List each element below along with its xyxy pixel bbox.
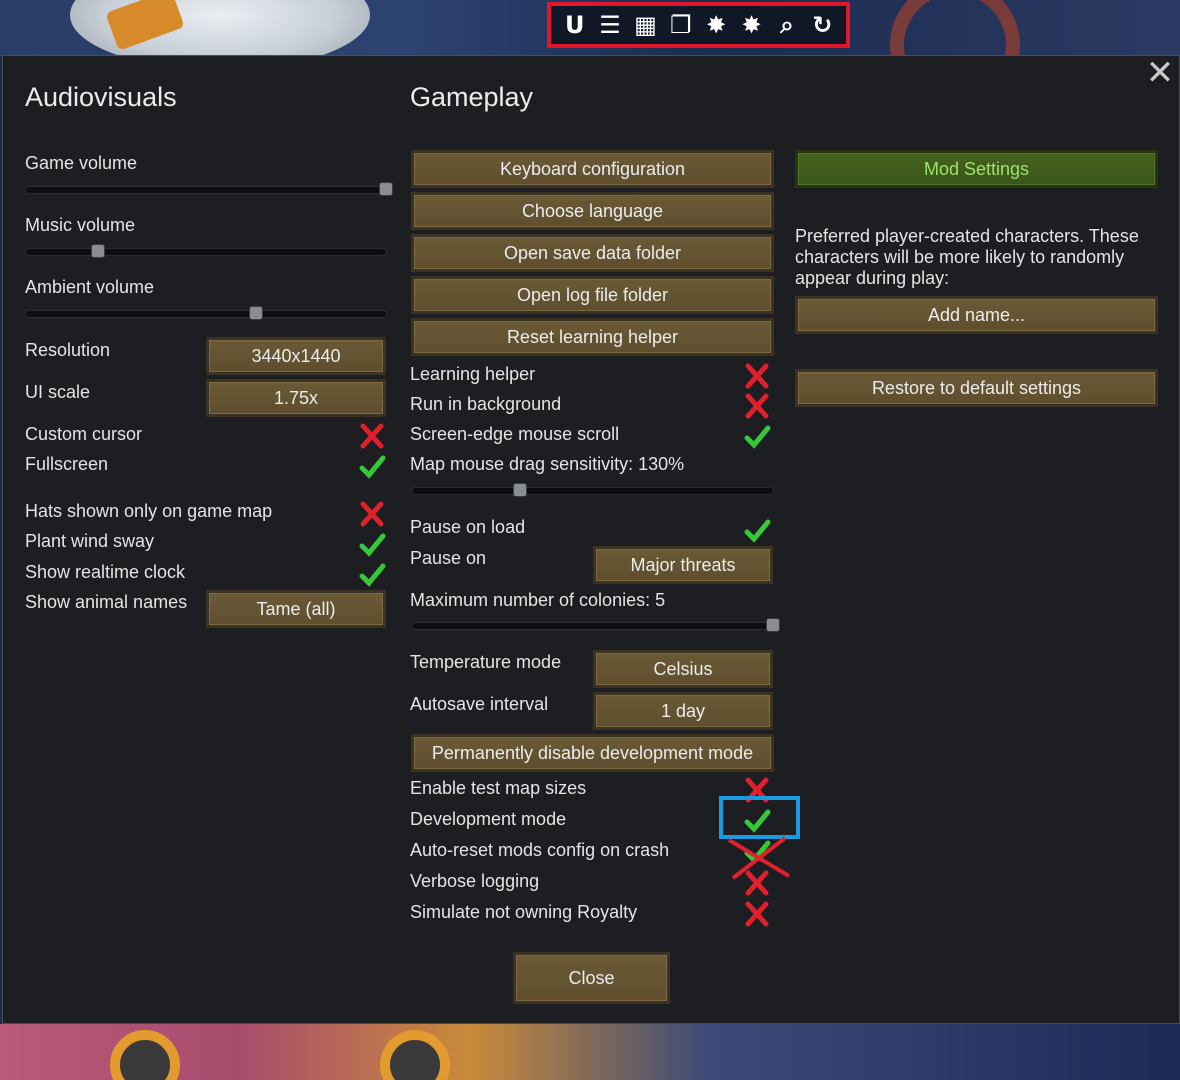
list-icon[interactable]: ☰ <box>595 11 625 39</box>
custom-cursor-label: Custom cursor <box>25 424 143 444</box>
close-icon[interactable]: ✕ <box>1145 56 1175 90</box>
game-volume-label: Game volume <box>25 153 138 173</box>
realtime-clock-label: Show realtime clock <box>25 562 186 582</box>
game-volume-slider[interactable] <box>25 182 393 196</box>
ui-scale-dropdown[interactable]: 1.75x <box>206 379 386 417</box>
hats-map-cross-icon[interactable] <box>357 499 387 529</box>
music-volume-label: Music volume <box>25 215 136 235</box>
ui-scale-label: UI scale <box>25 382 91 402</box>
slider-knob[interactable] <box>766 618 780 632</box>
edge-scroll-label: Screen-edge mouse scroll <box>410 424 620 444</box>
slider-knob[interactable] <box>379 182 393 196</box>
open-save-folder-button[interactable]: Open save data folder <box>411 234 774 272</box>
resolution-label: Resolution <box>25 340 111 360</box>
max-colonies-slider[interactable] <box>411 618 780 632</box>
animal-names-dropdown[interactable]: Tame (all) <box>206 590 386 628</box>
audiovisuals-title: Audiovisuals <box>25 82 177 112</box>
pause-on-load-label: Pause on load <box>410 517 526 537</box>
pause-on-load-check-icon[interactable] <box>742 516 772 546</box>
debug-star-icon-2[interactable]: ✸ <box>737 11 767 39</box>
learning-helper-label: Learning helper <box>410 364 536 384</box>
max-colonies-label: Maximum number of colonies: 5 <box>410 590 666 610</box>
realtime-clock-check-icon[interactable] <box>357 560 387 590</box>
animal-names-label: Show animal names <box>25 592 188 612</box>
drag-sensitivity-slider[interactable] <box>411 483 774 497</box>
debug-star-icon[interactable]: ✸ <box>701 11 731 39</box>
refresh-icon[interactable]: ↻ <box>807 11 837 39</box>
simulate-royalty-cross-icon[interactable] <box>742 899 772 929</box>
simulate-royalty-label: Simulate not owning Royalty <box>410 902 638 922</box>
music-volume-slider[interactable] <box>25 244 387 258</box>
autosave-label: Autosave interval <box>410 694 549 714</box>
dev-mode-label: Development mode <box>410 809 567 829</box>
pause-on-label: Pause on <box>410 548 487 568</box>
resolution-dropdown[interactable]: 3440x1440 <box>206 337 386 375</box>
highlight-box <box>719 796 800 839</box>
close-button[interactable]: Close <box>513 952 670 1004</box>
autosave-dropdown[interactable]: 1 day <box>593 692 773 730</box>
fullscreen-check-icon[interactable] <box>357 452 387 482</box>
fullscreen-label: Fullscreen <box>25 454 109 474</box>
test-map-sizes-label: Enable test map sizes <box>410 778 587 798</box>
custom-cursor-cross-icon[interactable] <box>357 421 387 451</box>
copy-icon[interactable]: ❐ <box>666 11 696 39</box>
add-name-button[interactable]: Add name... <box>795 296 1158 334</box>
red-strike-annotation <box>727 836 791 880</box>
debug-toolbar: U ☰ ▦ ❐ ✸ ✸ ⌕ ↻ <box>547 2 850 48</box>
edge-scroll-check-icon[interactable] <box>742 422 772 452</box>
auto-reset-mods-label: Auto-reset mods config on crash <box>410 840 670 860</box>
choose-language-button[interactable]: Choose language <box>411 192 774 230</box>
slider-knob[interactable] <box>513 483 528 497</box>
temperature-label: Temperature mode <box>410 652 562 672</box>
open-log-folder-button[interactable]: Open log file folder <box>411 276 774 314</box>
grid-icon[interactable]: ▦ <box>630 11 660 39</box>
plant-sway-check-icon[interactable] <box>357 530 387 560</box>
pause-on-dropdown[interactable]: Major threats <box>593 546 773 584</box>
restore-defaults-button[interactable]: Restore to default settings <box>795 369 1158 407</box>
preferred-characters-text: Preferred player-created characters. The… <box>795 226 1139 288</box>
reset-learning-helper-button[interactable]: Reset learning helper <box>411 318 774 356</box>
verbose-logging-label: Verbose logging <box>410 871 540 891</box>
disable-dev-mode-button[interactable]: Permanently disable development mode <box>411 734 774 772</box>
slider-knob[interactable] <box>91 244 105 258</box>
u-icon[interactable]: U <box>560 11 590 39</box>
run-background-cross-icon[interactable] <box>742 391 772 421</box>
options-dialog: ✕ Audiovisuals Game volume Music volume … <box>2 55 1180 1024</box>
drag-sensitivity-label: Map mouse drag sensitivity: 130% <box>410 454 685 474</box>
keyboard-config-button[interactable]: Keyboard configuration <box>411 150 774 188</box>
ambient-volume-slider[interactable] <box>25 306 387 320</box>
plant-sway-label: Plant wind sway <box>25 531 155 551</box>
temperature-dropdown[interactable]: Celsius <box>593 650 773 688</box>
gameplay-title: Gameplay <box>410 82 534 112</box>
mod-settings-button[interactable]: Mod Settings <box>795 150 1158 188</box>
ambient-volume-label: Ambient volume <box>25 277 155 297</box>
learning-helper-cross-icon[interactable] <box>742 361 772 391</box>
run-background-label: Run in background <box>410 394 562 414</box>
hats-map-label: Hats shown only on game map <box>25 501 273 521</box>
magnify-icon[interactable]: ⌕ <box>772 11 802 39</box>
slider-knob[interactable] <box>249 306 264 320</box>
